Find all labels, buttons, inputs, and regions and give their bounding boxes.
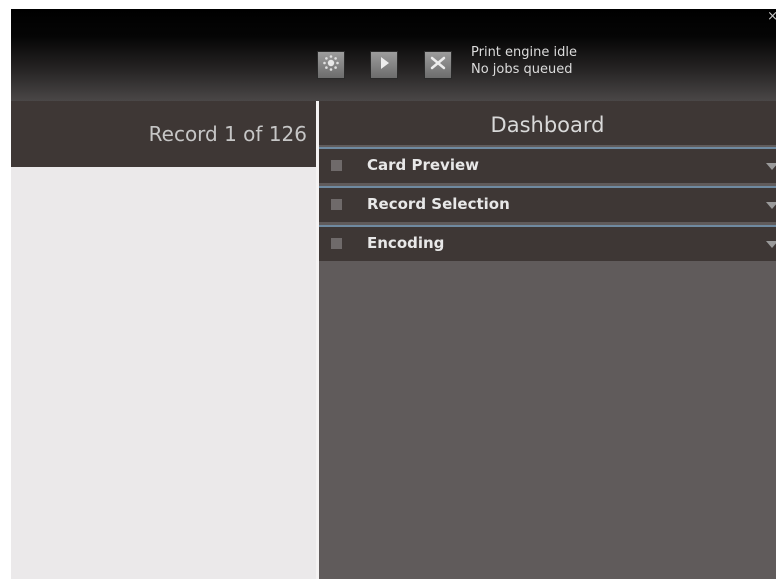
status-line-2: No jobs queued xyxy=(471,62,573,77)
cancel-icon xyxy=(429,54,447,76)
dashboard-pane: Dashboard Card Preview Record Selection … xyxy=(319,101,776,579)
status-line-1: Print engine idle xyxy=(471,45,577,60)
section-label: Encoding xyxy=(367,234,445,252)
section-encoding[interactable]: Encoding xyxy=(319,225,776,261)
section-square-icon xyxy=(331,199,342,210)
play-button[interactable] xyxy=(370,51,398,79)
chevron-down-icon[interactable] xyxy=(766,163,776,170)
settings-icon xyxy=(321,53,341,77)
section-card-preview[interactable]: Card Preview xyxy=(319,147,776,183)
toolbar: × Print engine idle No jobs queued xyxy=(11,9,776,101)
settings-button[interactable] xyxy=(317,51,345,79)
record-counter: Record 1 of 126 xyxy=(11,101,316,167)
cancel-button[interactable] xyxy=(424,51,452,79)
chevron-down-icon[interactable] xyxy=(766,202,776,209)
record-pane: Record 1 of 126 xyxy=(11,101,316,579)
chevron-down-icon[interactable] xyxy=(766,241,776,248)
section-record-selection[interactable]: Record Selection xyxy=(319,186,776,222)
dashboard-title: Dashboard xyxy=(319,101,776,145)
app-window: × Print engine idle No jobs queued Recor… xyxy=(11,9,776,579)
section-label: Record Selection xyxy=(367,195,510,213)
close-button[interactable]: × xyxy=(767,10,776,24)
print-status: Print engine idle No jobs queued xyxy=(471,44,577,78)
section-label: Card Preview xyxy=(367,156,480,174)
section-square-icon xyxy=(331,160,342,171)
section-square-icon xyxy=(331,238,342,249)
play-icon xyxy=(376,55,392,75)
